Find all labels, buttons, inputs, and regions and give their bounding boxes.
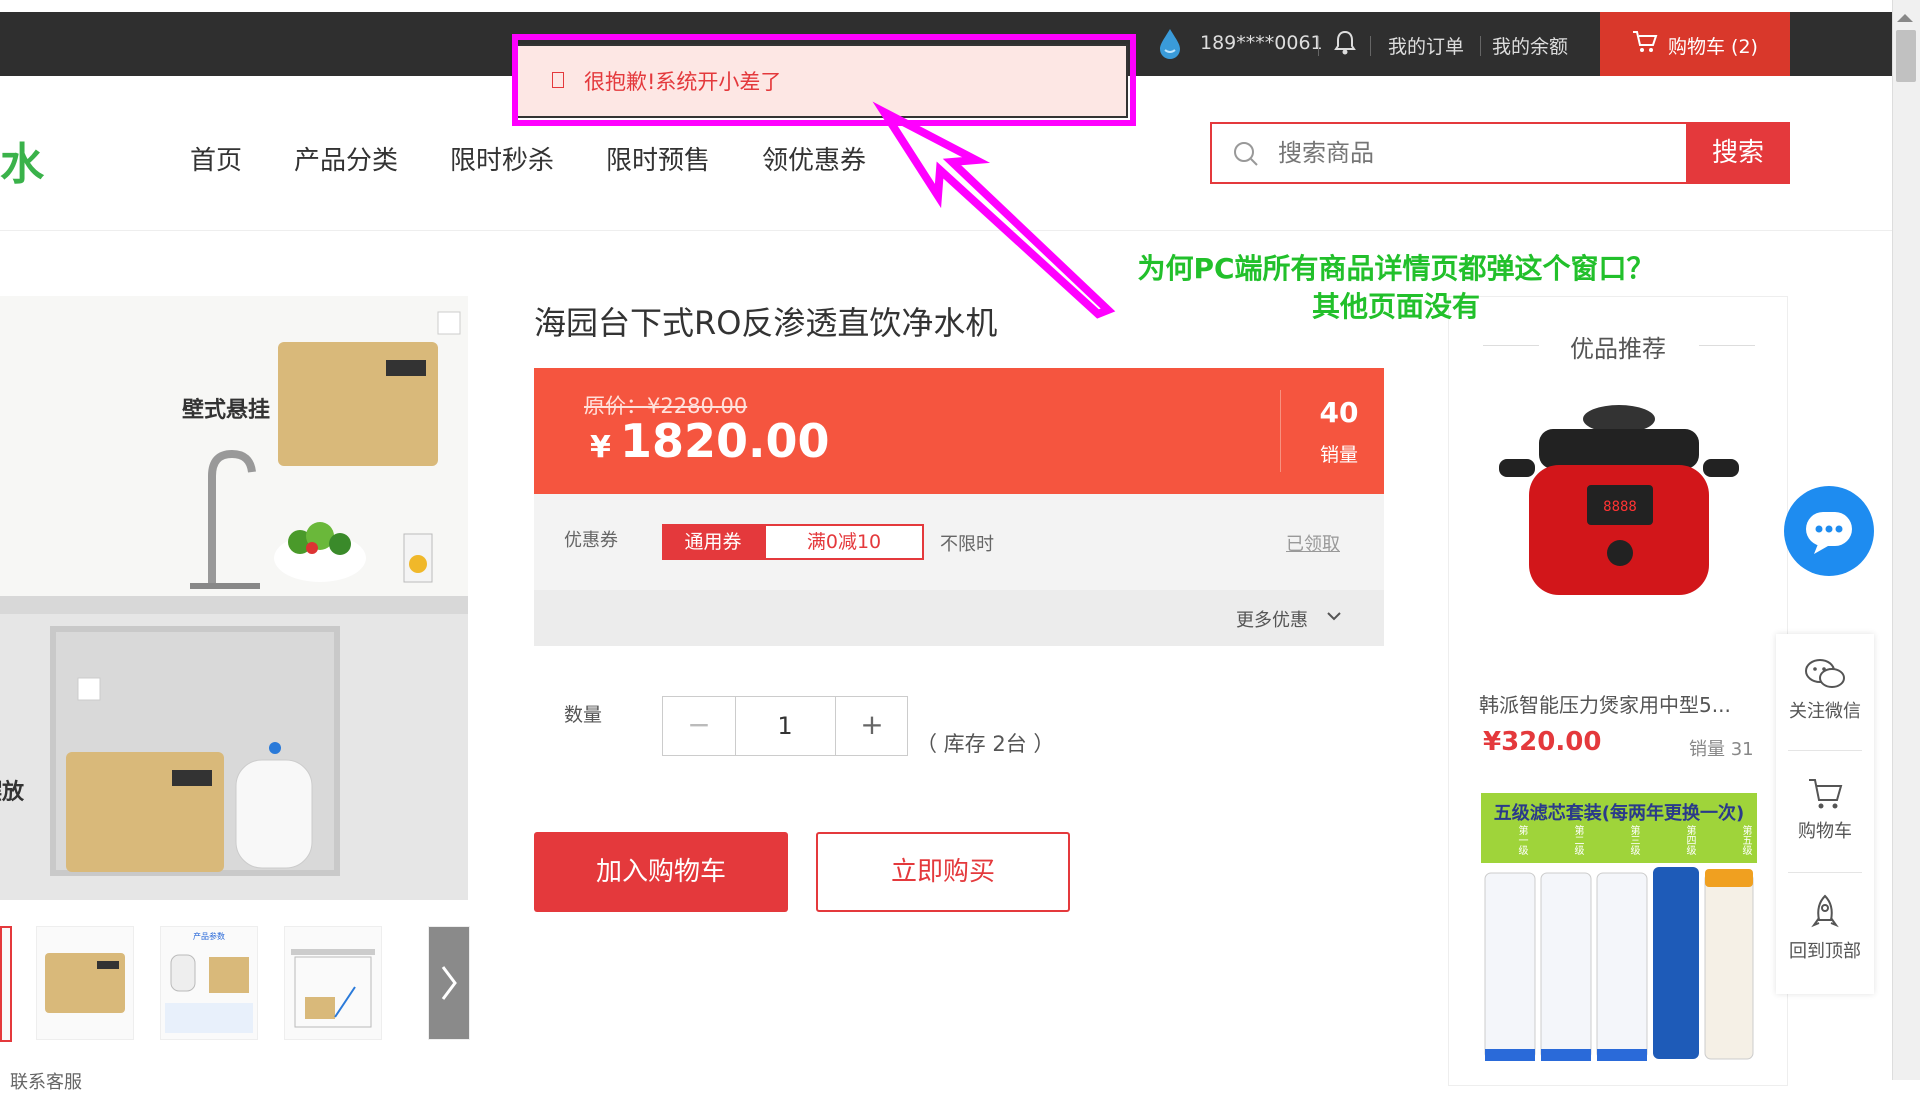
annotation-arrow — [872, 101, 1116, 319]
sales-label: 销量 — [1319, 444, 1358, 466]
scrollbar-thumb[interactable] — [1896, 30, 1916, 82]
quantity-value[interactable]: 1 — [735, 697, 835, 755]
contact-service-link[interactable]: 联系客服 — [10, 1068, 82, 1094]
recommend-panel: 优品推荐 8888 韩派智能压力煲家用中型5... ¥320.00 销量 31 … — [1448, 296, 1788, 1086]
user-phone[interactable]: 189****0061 — [1200, 32, 1323, 54]
annotation-text: 为何PC端所有商品详情页都弹这个窗口？ 其他页面没有 — [1096, 250, 1696, 326]
wechat-icon — [1805, 659, 1845, 688]
filter-cartridges-illustration — [1484, 867, 1754, 1061]
scroll-up-arrow[interactable] — [1897, 14, 1913, 22]
divider — [1480, 36, 1481, 56]
top-cart-button[interactable]: 购物车 (2) — [1600, 12, 1790, 76]
main-product-image[interactable]: 壁式悬挂 摆放 — [0, 296, 468, 900]
nav-presale[interactable]: 限时预售 — [606, 140, 710, 177]
coupon-time: 不限时 — [940, 534, 994, 555]
chevron-right-icon — [441, 966, 457, 1000]
my-balance-link[interactable]: 我的余额 — [1492, 32, 1568, 59]
stock-info: （ 库存 2台 ） — [916, 732, 1055, 756]
nav-coupons[interactable]: 领优惠券 — [762, 140, 866, 177]
coupon-claimed-status: 已领取 — [1286, 534, 1340, 555]
increment-button[interactable]: + — [835, 697, 908, 755]
browser-top-strip — [0, 0, 1920, 12]
divider — [1370, 36, 1371, 56]
my-orders-link[interactable]: 我的订单 — [1388, 32, 1464, 59]
filter-stage-label: 第二级 — [1572, 825, 1583, 855]
divider — [1280, 390, 1281, 472]
thumbnail-next-button[interactable] — [428, 926, 470, 1040]
more-coupons-link[interactable]: 更多优惠 — [1236, 606, 1308, 632]
follow-wechat-label: 关注微信 — [1789, 701, 1861, 722]
nav-categories[interactable]: 产品分类 — [294, 140, 398, 177]
pressure-cooker-illustration: 8888 — [1499, 405, 1739, 595]
price-box: 原价：¥2280.00 ¥ 1820.00 40 销量 — [534, 368, 1384, 494]
filter-stage-label: 第五级 — [1740, 825, 1751, 855]
bell-icon[interactable] — [1334, 30, 1356, 61]
recommend-item-price: ¥320.00 — [1483, 727, 1602, 757]
top-cart-label: 购物车 (2) — [1668, 36, 1758, 58]
cart-icon — [1809, 779, 1843, 809]
chat-button[interactable] — [1784, 486, 1874, 576]
filter-stage-label: 第一级 — [1516, 825, 1527, 855]
recommend-item-sales: 销量 31 — [1689, 739, 1754, 760]
search-input[interactable] — [1276, 132, 1660, 174]
recommend-title: 优品推荐 — [1570, 335, 1666, 363]
divider — [1318, 36, 1319, 56]
product-scene-illustration — [0, 296, 468, 900]
rocket-icon — [1811, 894, 1839, 928]
current-price: 1820.00 — [620, 414, 830, 468]
water-drop-icon — [1152, 26, 1188, 67]
side-toolbar: 关注微信 购物车 回到顶部 — [1776, 634, 1874, 994]
quantity-label: 数量 — [564, 704, 603, 726]
buy-now-button[interactable]: 立即购买 — [816, 832, 1070, 912]
thumbnail-selected[interactable] — [0, 926, 12, 1042]
filter-stage-label: 第三级 — [1628, 825, 1639, 855]
recommend-item-name[interactable]: 韩派智能压力煲家用中型5... — [1479, 689, 1731, 718]
side-cart-label: 购物车 — [1798, 821, 1852, 842]
quantity-stepper: − 1 + — [662, 696, 908, 756]
thumbnail[interactable]: 产品参数 — [160, 926, 258, 1040]
chevron-down-icon — [1326, 608, 1342, 628]
coupon-label: 优惠券 — [564, 530, 618, 551]
coupon-tag: 通用券 — [662, 524, 764, 560]
annotation-line-2: 其他页面没有 — [1311, 290, 1480, 323]
thumbnail-caption: 产品参数 — [193, 931, 225, 941]
divider — [1699, 345, 1755, 346]
recommend-item-image[interactable]: 8888 — [1469, 389, 1769, 629]
nav-flash-sale[interactable]: 限时秒杀 — [450, 140, 554, 177]
cart-icon — [1632, 30, 1658, 59]
filter-banner-title: 五级滤芯套装(每两年更换一次) — [1493, 803, 1745, 824]
decrement-button[interactable]: − — [663, 697, 736, 755]
currency-symbol: ¥ — [590, 430, 611, 465]
add-to-cart-button[interactable]: 加入购物车 — [534, 832, 788, 912]
page-scrollbar[interactable] — [1892, 0, 1920, 1080]
thumbnail[interactable] — [36, 926, 134, 1040]
annotation-line-1: 为何PC端所有商品详情页都弹这个窗口？ — [1137, 252, 1655, 285]
more-coupons-row[interactable]: 更多优惠 — [534, 590, 1384, 646]
nav-home[interactable]: 首页 — [190, 140, 242, 177]
side-cart-button[interactable]: 购物车 — [1776, 774, 1874, 843]
scene-label-wall: 壁式悬挂 — [182, 398, 271, 423]
filter-stage-label: 第四级 — [1684, 825, 1695, 855]
sales-count: 40 — [1319, 396, 1359, 429]
thumbnail[interactable] — [284, 926, 382, 1040]
svg-text:8888: 8888 — [1603, 499, 1637, 515]
scene-label-place: 摆放 — [0, 780, 25, 805]
coupon-value[interactable]: 满0减10 — [764, 524, 924, 560]
follow-wechat-button[interactable]: 关注微信 — [1776, 656, 1874, 723]
search-button[interactable]: 搜索 — [1686, 122, 1790, 184]
chat-icon — [1806, 512, 1852, 554]
divider — [1788, 872, 1862, 873]
divider — [1788, 750, 1862, 751]
back-to-top-label: 回到顶部 — [1789, 941, 1861, 962]
site-logo[interactable]: 净水 — [0, 128, 44, 192]
search-icon — [1232, 140, 1260, 172]
back-to-top-button[interactable]: 回到顶部 — [1776, 892, 1874, 963]
recommend-item2-image[interactable]: 五级滤芯套装(每两年更换一次) 第一级 第二级 第三级 第四级 第五级 — [1481, 793, 1757, 1065]
